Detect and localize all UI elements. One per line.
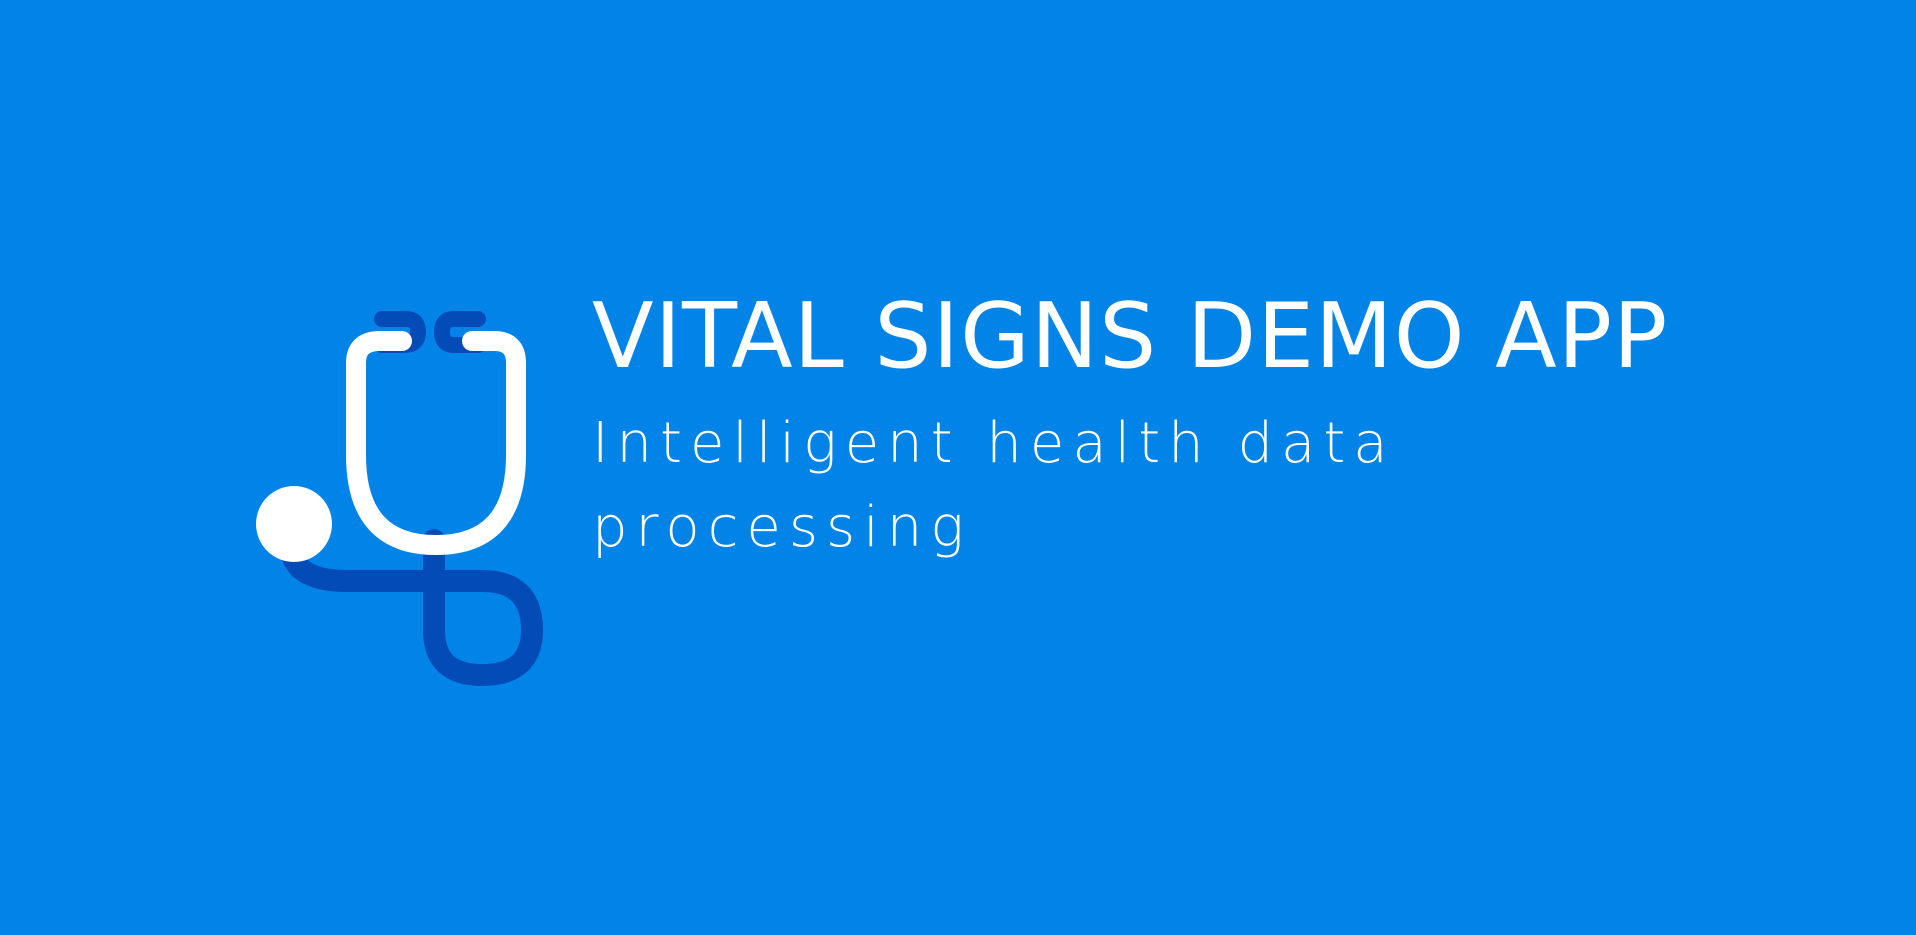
stethoscope-icon <box>256 311 543 686</box>
splash-screen: VITAL SIGNS DEMO APP Intelligent health … <box>0 0 1916 935</box>
app-branding: VITAL SIGNS DEMO APP Intelligent health … <box>592 289 1792 570</box>
app-logo <box>256 311 543 686</box>
app-title: VITAL SIGNS DEMO APP <box>592 284 1669 389</box>
app-tagline: Intelligent health data processing <box>592 411 1396 560</box>
